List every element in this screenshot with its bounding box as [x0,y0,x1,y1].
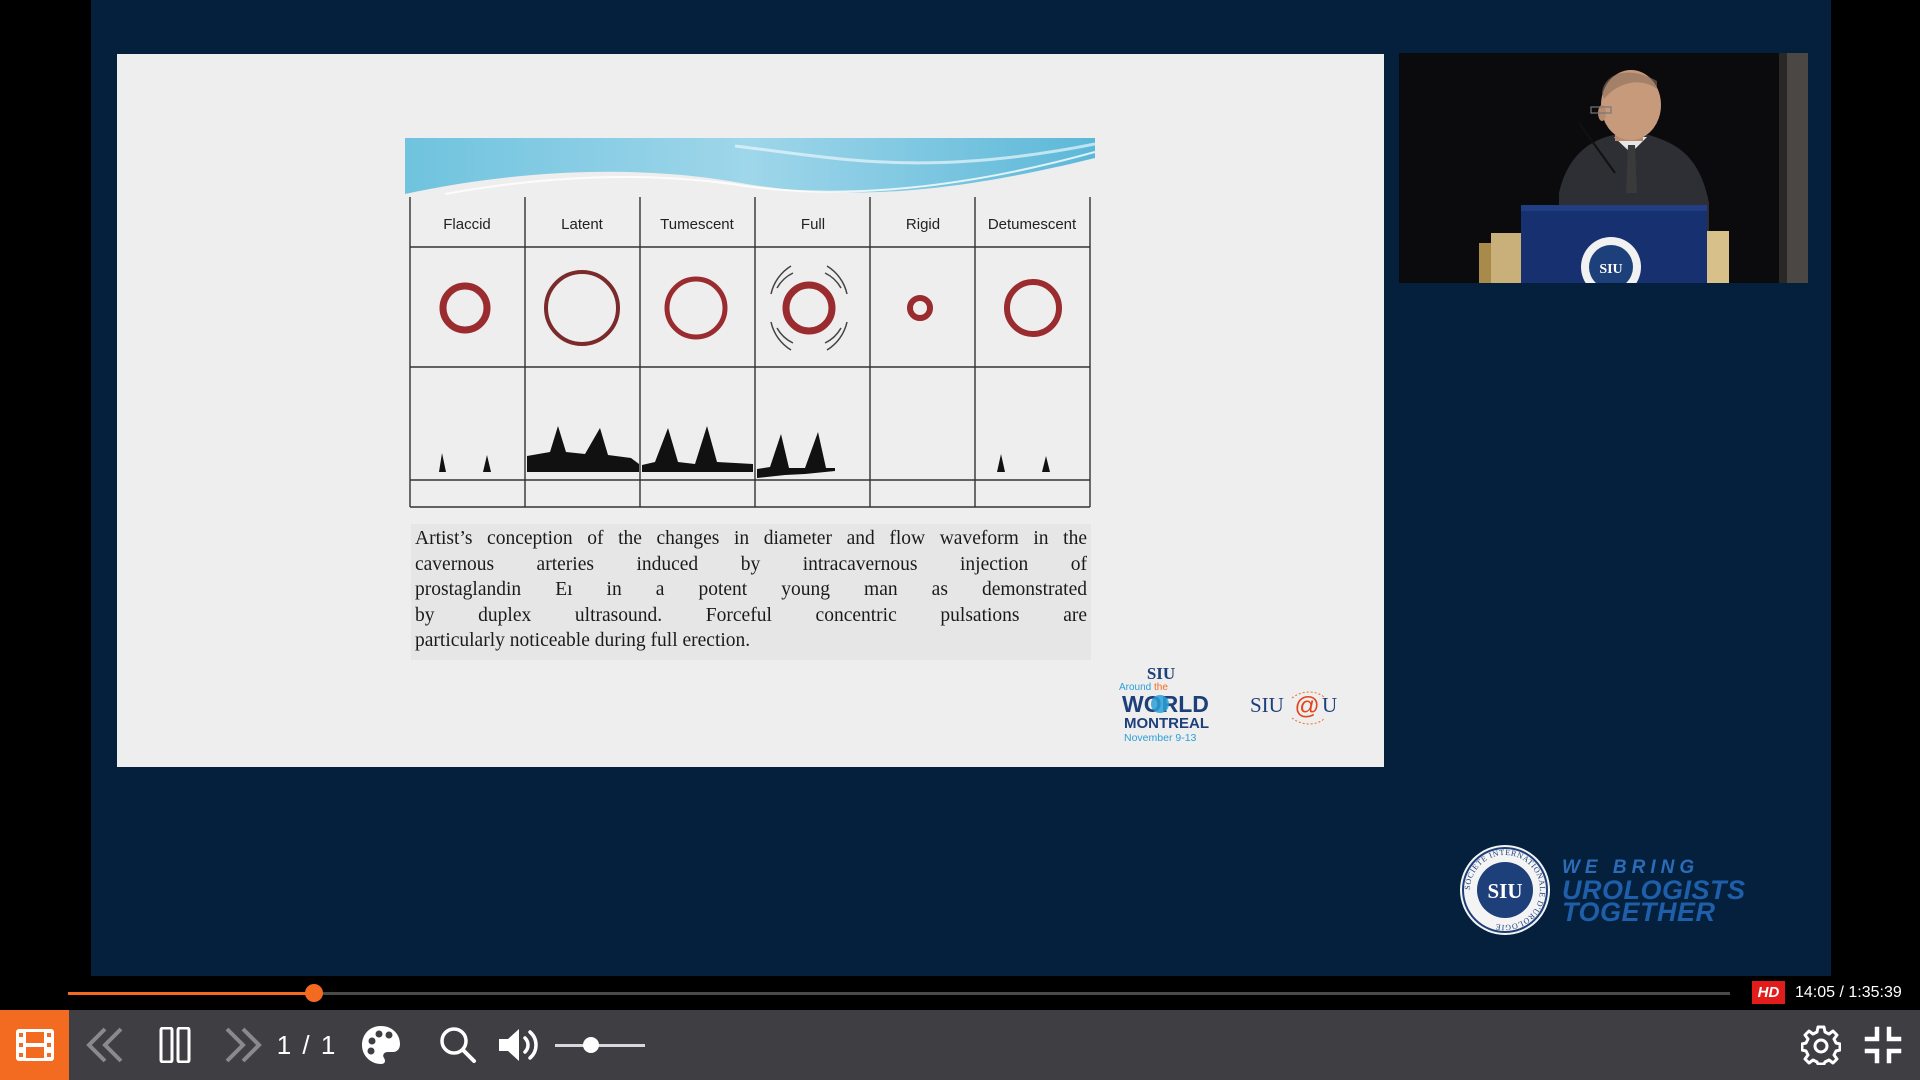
svg-text:@: @ [1294,692,1319,720]
svg-text:U: U [1322,693,1337,717]
double-chevron-left-icon [86,1027,123,1063]
artery-full [782,281,836,335]
search-icon [440,1027,476,1063]
artery-detumescent [1004,279,1062,337]
column-header: Flaccid [443,216,491,233]
pause-icon [159,1027,191,1063]
seal-center-text: SIU [1487,879,1522,903]
volume-handle[interactable] [583,1037,599,1053]
speaker-scene: SIU [1399,53,1808,283]
volume-icon [499,1029,538,1061]
siu-seal-icon: SOCIÉTÉ INTERNATIONALE D'UROLOGIE SIU [1460,845,1550,935]
artery-rigid [907,295,933,321]
zoom-button[interactable] [433,1010,483,1080]
caption-line: cavernous arteries induced by intracaver… [415,553,1087,575]
waveforms [435,426,1055,478]
presentation-slide: Flaccid Latent Tumescent Full Rigid Detu… [117,54,1384,767]
siu-around-the-world-logo: SIU Around the WORLD MONTREAL November 9… [1119,664,1209,744]
artery-diagram: Flaccid Latent Tumescent Full Rigid Detu… [405,138,1095,508]
logo-siu-text: SIU [1147,664,1175,683]
player-controls: 1 / 1 [0,1010,1920,1080]
siu-at-u-logo: SIU @ U [1250,691,1337,725]
slides-button[interactable] [0,1010,69,1080]
progress-bar[interactable] [68,984,1730,1002]
globe-icon [1151,695,1169,713]
column-header: Tumescent [660,216,734,233]
column-header: Full [801,216,825,233]
caption-line: Artist’s conception of the changes in di… [415,528,1087,549]
pulsation-marks [770,265,848,351]
theme-button[interactable] [356,1010,406,1080]
previous-slide-button[interactable] [80,1010,130,1080]
speaker-video[interactable]: SIU [1399,53,1808,283]
pause-button[interactable] [150,1010,200,1080]
artery-flaccid [439,282,491,334]
hd-badge[interactable]: HD [1752,981,1785,1004]
settings-button[interactable] [1796,1010,1846,1080]
caption-line: particularly noticeable during full erec… [415,630,751,651]
brand-tagline: WE BRING UROLOGISTS TOGETHER [1562,857,1746,926]
figure-caption: Artist’s conception of the changes in di… [411,524,1091,660]
film-icon [15,1029,54,1061]
artery-tumescent [664,276,728,340]
player-stage: Flaccid Latent Tumescent Full Rigid Detu… [0,0,1920,1080]
page-counter: 1 / 1 [276,1029,338,1060]
artery-latent [544,270,620,346]
column-header: Rigid [906,216,940,233]
progress-handle[interactable] [304,984,323,1002]
volume-slider[interactable] [555,1037,645,1053]
siu-brand-logo: SOCIÉTÉ INTERNATIONALE D'UROLOGIE SIU WE… [1458,843,1758,937]
palette-icon [362,1026,400,1064]
logo-dates-text: November 9-13 [1124,732,1197,744]
progress-row: HD 14:05 / 1:35:39 [0,976,1920,1010]
column-header: Detumescent [988,216,1077,233]
svg-text:SIU: SIU [1250,693,1284,717]
gear-icon [1801,1025,1841,1065]
time-display: 14:05 / 1:35:39 [1795,984,1902,1001]
mute-button[interactable] [492,1010,548,1080]
exit-fullscreen-icon [1864,1026,1902,1064]
logo-city-text: MONTREAL [1124,715,1209,732]
progress-fill [68,992,314,995]
exit-fullscreen-button[interactable] [1858,1010,1908,1080]
caption-line: by duplex ultrasound. Forceful concentri… [415,604,1087,626]
next-slide-button[interactable] [218,1010,268,1080]
caption-line: prostaglandin Eı in a potent young man a… [415,579,1087,600]
column-header: Latent [561,216,604,233]
double-chevron-right-icon [225,1027,262,1063]
podium-seal-text: SIU [1599,262,1622,277]
